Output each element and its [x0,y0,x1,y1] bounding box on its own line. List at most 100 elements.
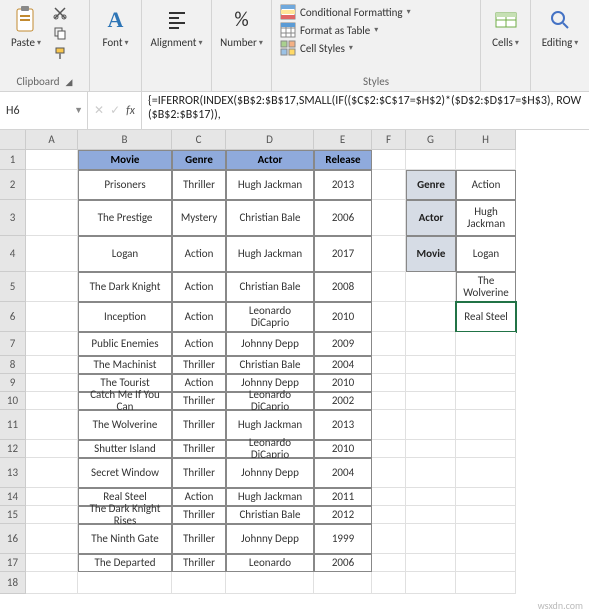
row-header-4[interactable]: 4 [0,236,26,272]
cell-E3[interactable]: 2006 [314,200,372,236]
number-button[interactable]: % Number▾ [216,2,267,51]
cell-D8[interactable]: Christian Bale [226,356,314,374]
row-header-2[interactable]: 2 [0,170,26,200]
cell-A5[interactable] [26,272,78,302]
row-header-10[interactable]: 10 [0,392,26,410]
cell-C1[interactable]: Genre [172,150,226,170]
cell-E16[interactable]: 1999 [314,524,372,554]
cell-B17[interactable]: The Departed [78,554,172,572]
cell-G8[interactable] [406,356,456,374]
cell-F9[interactable] [372,374,406,392]
row-header-11[interactable]: 11 [0,410,26,440]
cell-F8[interactable] [372,356,406,374]
cell-H13[interactable] [456,458,516,488]
row-header-5[interactable]: 5 [0,272,26,302]
cell-B15[interactable]: The Dark Knight Rises [78,506,172,524]
cell-B4[interactable]: Logan [78,236,172,272]
cell-H15[interactable] [456,506,516,524]
row-header-3[interactable]: 3 [0,200,26,236]
cell-E9[interactable]: 2010 [314,374,372,392]
cell-F17[interactable] [372,554,406,572]
cell-E17[interactable]: 2006 [314,554,372,572]
cell-F1[interactable] [372,150,406,170]
cell-G5[interactable] [406,272,456,302]
cell-G2[interactable]: Genre [406,170,456,200]
cell-F16[interactable] [372,524,406,554]
cell-C17[interactable]: Thriller [172,554,226,572]
cell-H3[interactable]: Hugh Jackman [456,200,516,236]
cell-G16[interactable] [406,524,456,554]
cell-H8[interactable] [456,356,516,374]
cell-E13[interactable]: 2004 [314,458,372,488]
cell-F7[interactable] [372,332,406,356]
cell-G17[interactable] [406,554,456,572]
cell-G18[interactable] [406,572,456,594]
cell-A8[interactable] [26,356,78,374]
dialog-launcher-icon[interactable]: ◢ [66,77,73,88]
cell-C5[interactable]: Action [172,272,226,302]
row-header-8[interactable]: 8 [0,356,26,374]
cell-E1[interactable]: Release [314,150,372,170]
select-all-corner[interactable] [0,130,26,150]
cell-A1[interactable] [26,150,78,170]
row-header-15[interactable]: 15 [0,506,26,524]
alignment-button[interactable]: Alignment▾ [146,2,207,51]
cell-D10[interactable]: Leonardo DiCaprio [226,392,314,410]
cell-A11[interactable] [26,410,78,440]
cell-H2[interactable]: Action [456,170,516,200]
column-header-G[interactable]: G [406,130,456,150]
paste-button[interactable]: Paste▾ [4,2,48,51]
cell-H11[interactable] [456,410,516,440]
cell-C3[interactable]: Mystery [172,200,226,236]
row-header-13[interactable]: 13 [0,458,26,488]
cell-A18[interactable] [26,572,78,594]
cell-C16[interactable]: Thriller [172,524,226,554]
cell-H12[interactable] [456,440,516,458]
cell-A9[interactable] [26,374,78,392]
cell-D13[interactable]: Johnny Depp [226,458,314,488]
cell-C18[interactable] [172,572,226,594]
cell-A10[interactable] [26,392,78,410]
cell-H17[interactable] [456,554,516,572]
cell-E7[interactable]: 2009 [314,332,372,356]
row-header-1[interactable]: 1 [0,150,26,170]
cell-D1[interactable]: Actor [226,150,314,170]
cell-F10[interactable] [372,392,406,410]
cell-C7[interactable]: Action [172,332,226,356]
cell-D2[interactable]: Hugh Jackman [226,170,314,200]
cell-G12[interactable] [406,440,456,458]
cell-A6[interactable] [26,302,78,332]
cell-F3[interactable] [372,200,406,236]
cell-B2[interactable]: Prisoners [78,170,172,200]
column-header-E[interactable]: E [314,130,372,150]
cell-F18[interactable] [372,572,406,594]
cell-A17[interactable] [26,554,78,572]
cell-A14[interactable] [26,488,78,506]
cell-A7[interactable] [26,332,78,356]
row-header-16[interactable]: 16 [0,524,26,554]
cell-B12[interactable]: Shutter Island [78,440,172,458]
cell-G4[interactable]: Movie [406,236,456,272]
cell-D4[interactable]: Hugh Jackman [226,236,314,272]
cell-H7[interactable] [456,332,516,356]
format-as-table-button[interactable]: Format as Table▾ [280,22,472,38]
cell-D18[interactable] [226,572,314,594]
cell-styles-button[interactable]: Cell Styles▾ [280,40,472,56]
cell-G7[interactable] [406,332,456,356]
cell-F2[interactable] [372,170,406,200]
column-header-H[interactable]: H [456,130,516,150]
cell-G1[interactable] [406,150,456,170]
cell-C8[interactable]: Thriller [172,356,226,374]
cell-E8[interactable]: 2004 [314,356,372,374]
cell-F15[interactable] [372,506,406,524]
column-header-C[interactable]: C [172,130,226,150]
cell-B18[interactable] [78,572,172,594]
column-header-D[interactable]: D [226,130,314,150]
row-header-12[interactable]: 12 [0,440,26,458]
cell-E4[interactable]: 2017 [314,236,372,272]
cell-G11[interactable] [406,410,456,440]
cell-A13[interactable] [26,458,78,488]
cell-F11[interactable] [372,410,406,440]
cell-F6[interactable] [372,302,406,332]
row-header-6[interactable]: 6 [0,302,26,332]
